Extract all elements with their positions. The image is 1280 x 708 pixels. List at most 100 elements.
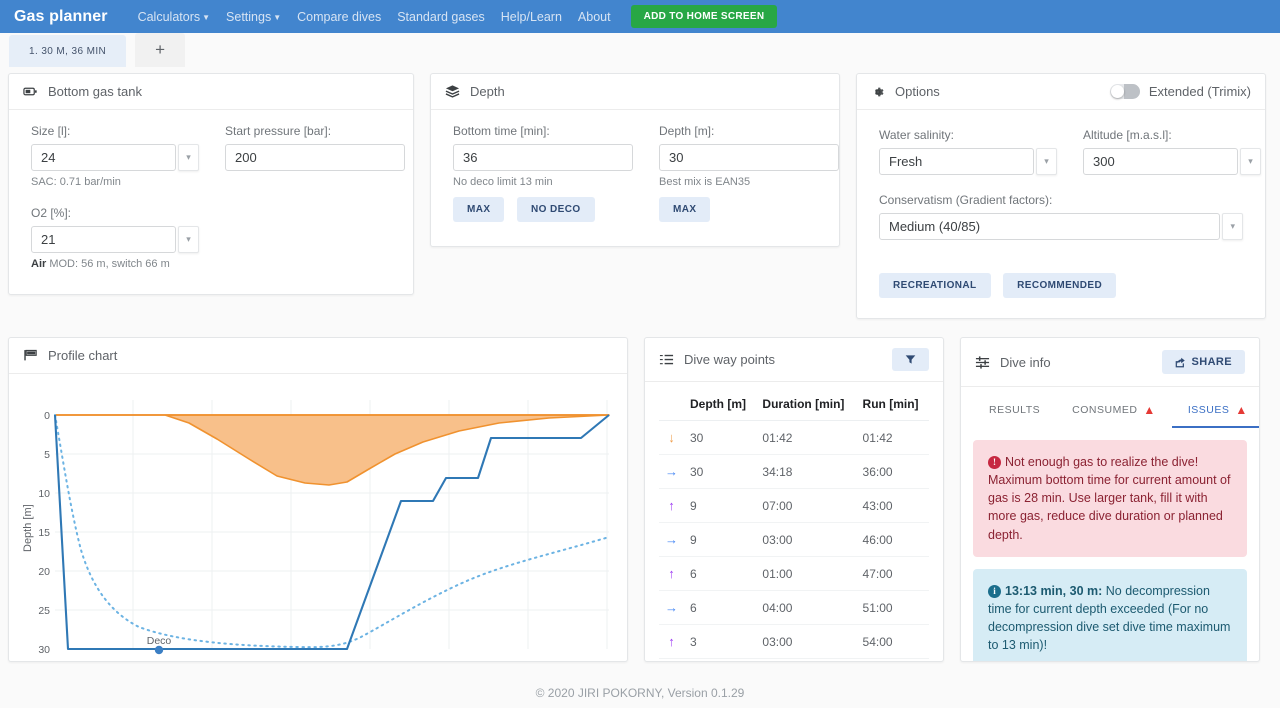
table-row[interactable]: →312:001:06:00 xyxy=(659,658,929,661)
nav-item-help-learn[interactable]: Help/Learn xyxy=(493,10,570,24)
size-input[interactable] xyxy=(31,144,176,171)
toggle-knob xyxy=(1110,85,1124,98)
svg-text:0: 0 xyxy=(44,410,50,422)
chevron-down-icon: ▼ xyxy=(273,12,282,22)
depth-column-header: Depth [m] xyxy=(684,388,757,421)
waypoint-depth: 3 xyxy=(684,658,757,661)
recommended-button[interactable]: RECOMMENDED xyxy=(1003,273,1117,298)
waypoint-run: 51:00 xyxy=(856,590,929,625)
warning-triangle-icon: ▲ xyxy=(1235,403,1248,417)
depth-input[interactable] xyxy=(659,144,839,171)
table-row[interactable]: ↑ 9 07:00 43:00 xyxy=(659,488,929,523)
warning-triangle-icon: ▲ xyxy=(1143,403,1156,417)
card-title: Dive way points xyxy=(684,352,776,367)
svg-text:15: 15 xyxy=(38,527,50,539)
waypoint-depth: 6 xyxy=(684,590,757,625)
dive-info-body: RESULTS CONSUMED ▲ ISSUES ▲ ! Not enough … xyxy=(961,387,1259,661)
chart-canvas[interactable]: Depth [m] 0 5 10 15 20 25 30 Deco xyxy=(9,374,627,662)
svg-text:5: 5 xyxy=(44,449,50,461)
card-header: Depth xyxy=(431,74,839,110)
tab-results[interactable]: RESULTS xyxy=(973,393,1056,428)
y-axis-ticks: 0 5 10 15 20 25 30 xyxy=(38,410,50,656)
direction-arrow-icon: → xyxy=(659,590,684,625)
profile-chart-svg[interactable]: Depth [m] 0 5 10 15 20 25 30 Deco xyxy=(9,382,627,662)
waypoint-run: 43:00 xyxy=(856,488,929,523)
card-header: Profile chart xyxy=(9,338,627,374)
table-row[interactable]: → 6 04:00 51:00 xyxy=(659,590,929,625)
waypoint-run: 01:42 xyxy=(856,420,929,455)
dive-tab-1[interactable]: 1. 30 M, 36 MIN xyxy=(9,35,127,67)
conservatism-select[interactable] xyxy=(879,213,1221,240)
nav-item-standard-gases[interactable]: Standard gases xyxy=(389,10,493,24)
navbar: Gas planner Calculators ▼ Settings ▼ Compa… xyxy=(0,0,1280,33)
bottom-time-nodeco-button[interactable]: NO DECO xyxy=(517,197,595,222)
direction-arrow-icon: ↓ xyxy=(659,420,684,455)
o2-stepper[interactable]: ▾ xyxy=(178,226,199,253)
direction-column-header xyxy=(659,388,684,421)
o2-input[interactable] xyxy=(31,226,176,253)
nav-item-settings[interactable]: Settings ▼ xyxy=(218,10,289,24)
nav-item-compare-dives[interactable]: Compare dives xyxy=(289,10,389,24)
depth-label: Depth [m]: xyxy=(659,124,715,138)
chevron-down-icon: ▼ xyxy=(202,12,211,22)
alert-text: Not enough gas to realize the dive! Maxi… xyxy=(988,455,1231,542)
duration-column-header: Duration [min] xyxy=(756,388,857,421)
waypoint-run: 36:00 xyxy=(856,454,929,489)
conservatism-stepper[interactable]: ▾ xyxy=(1222,213,1243,240)
start-pressure-label: Start pressure [bar]: xyxy=(225,124,332,138)
altitude-input[interactable] xyxy=(1083,148,1238,175)
waypoint-duration: 34:18 xyxy=(756,454,857,489)
card-body: Bottom time [min]: No deco limit 13 min … xyxy=(431,110,839,246)
table-row[interactable]: ↑ 6 01:00 47:00 xyxy=(659,556,929,591)
nav-label: Settings xyxy=(226,9,272,24)
salinity-stepper[interactable]: ▾ xyxy=(1036,148,1057,175)
gear-icon xyxy=(871,85,885,99)
nav-item-calculators[interactable]: Calculators ▼ xyxy=(130,10,218,24)
waypoint-depth: 3 xyxy=(684,624,757,659)
dive-tab-strip: 1. 30 M, 36 MIN + xyxy=(0,33,1280,67)
run-column-header: Run [min] xyxy=(856,388,929,421)
tab-consumed[interactable]: CONSUMED ▲ xyxy=(1056,393,1172,428)
waypoints-table-body: ↓ 30 01:42 01:42 → 30 34:18 36:00 ↑ 9 07:00 43:00 → 9… xyxy=(659,420,929,661)
waypoint-duration: 03:00 xyxy=(756,624,857,659)
extended-trimix-toggle-wrap[interactable]: Extended (Trimix) xyxy=(1109,84,1251,99)
table-row[interactable]: ↓ 30 01:42 01:42 xyxy=(659,420,929,455)
svg-text:20: 20 xyxy=(38,566,50,578)
waypoint-depth: 30 xyxy=(684,454,757,489)
salinity-select[interactable] xyxy=(879,148,1034,175)
table-row[interactable]: ↑ 3 03:00 54:00 xyxy=(659,624,929,659)
depth-card: Depth Bottom time [min]: No deco limit 1… xyxy=(430,73,840,247)
extended-trimix-toggle[interactable] xyxy=(1109,84,1140,99)
size-label: Size [l]: xyxy=(31,124,71,138)
size-stepper[interactable]: ▾ xyxy=(178,144,199,171)
start-pressure-input[interactable] xyxy=(225,144,405,171)
waypoint-depth: 9 xyxy=(684,522,757,557)
bottom-time-input[interactable] xyxy=(453,144,633,171)
tab-issues[interactable]: ISSUES ▲ xyxy=(1171,393,1259,428)
table-row[interactable]: → 9 03:00 46:00 xyxy=(659,522,929,557)
dive-info-card: Dive info SHARE RESULTS CONSUMED ▲ ISSUE xyxy=(960,337,1260,662)
app-brand[interactable]: Gas planner xyxy=(14,8,108,26)
add-dive-tab-button[interactable]: + xyxy=(135,33,186,67)
bottom-time-max-button[interactable]: MAX xyxy=(453,197,505,222)
toggle-track xyxy=(1123,84,1140,99)
card-body: Size [l]: ▾ SAC: 0.71 bar/min Start pres… xyxy=(9,110,413,294)
waypoints-card: Dive way points Depth [m] Duration [min]… xyxy=(644,337,944,662)
alert-bold-text: 13:13 min, 30 m: xyxy=(1005,583,1103,598)
altitude-label: Altitude [m.a.s.l]: xyxy=(1083,128,1172,142)
direction-arrow-icon: ↑ xyxy=(659,556,684,591)
deco-annotation-marker[interactable] xyxy=(154,645,164,655)
waypoint-run: 54:00 xyxy=(856,624,929,659)
table-row[interactable]: → 30 34:18 36:00 xyxy=(659,454,929,489)
options-card: Options Extended (Trimix) Water salinity… xyxy=(856,73,1266,319)
depth-max-button[interactable]: MAX xyxy=(659,197,711,222)
altitude-stepper[interactable]: ▾ xyxy=(1240,148,1261,175)
waypoints-filter-button[interactable] xyxy=(892,348,929,371)
deco-annotation-label: Deco xyxy=(147,635,172,647)
add-to-home-screen-button[interactable]: ADD TO HOME SCREEN xyxy=(630,5,778,28)
extended-trimix-label: Extended (Trimix) xyxy=(1148,84,1251,99)
nav-item-about[interactable]: About xyxy=(570,10,619,24)
recreational-button[interactable]: RECREATIONAL xyxy=(879,273,991,298)
waypoint-run: 46:00 xyxy=(856,522,929,557)
share-button[interactable]: SHARE xyxy=(1162,350,1245,374)
